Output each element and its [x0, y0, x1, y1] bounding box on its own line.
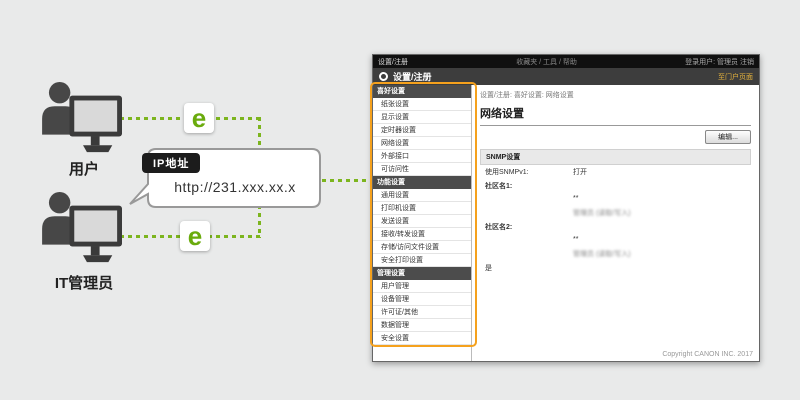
settings-row: 管理员 (读取/写入)	[480, 247, 751, 261]
sidebar-item[interactable]: 发送设置	[373, 215, 471, 228]
settings-row: 使用SNMPv1:打开	[480, 165, 751, 179]
copyright-footer: Copyright CANON INC. 2017	[662, 351, 753, 358]
sidebar-item[interactable]: 可访问性	[373, 163, 471, 176]
main-panel: 设置/注册: 喜好设置: 网络设置 网络设置 编辑... SNMP设置 使用SN…	[472, 85, 759, 361]
admin-workstation-icon	[40, 190, 128, 266]
settings-row: **	[480, 234, 751, 247]
browser-menu[interactable]: 收藏夹 / 工具 / 帮助	[418, 57, 675, 67]
page-title: 网络设置	[480, 105, 751, 126]
sidebar-item[interactable]: 通用设置	[373, 189, 471, 202]
settings-row: 社区名1:	[480, 179, 751, 193]
settings-row: 管理员 (读取/写入)	[480, 206, 751, 220]
sidebar-item[interactable]: 显示设置	[373, 111, 471, 124]
settings-rows: 使用SNMPv1:打开社区名1:**管理员 (读取/写入)社区名2:**管理员 …	[480, 165, 751, 275]
settings-label: 是	[485, 263, 573, 273]
breadcrumb: 设置/注册: 喜好设置: 网络设置	[480, 90, 751, 100]
settings-value: 管理员 (读取/写入)	[573, 208, 746, 218]
portal-link[interactable]: 至门户页面	[718, 72, 753, 82]
person-at-monitor-icon	[40, 80, 128, 156]
sidebar-item[interactable]: 用户管理	[373, 280, 471, 293]
sidebar-item[interactable]: 存储/访问文件设置	[373, 241, 471, 254]
settings-label: 社区名1:	[485, 181, 573, 191]
sidebar-item[interactable]: 数据管理	[373, 319, 471, 332]
settings-label	[485, 208, 573, 218]
user-workstation-icon	[40, 80, 128, 156]
settings-label	[485, 236, 573, 245]
settings-label: 使用SNMPv1:	[485, 167, 573, 177]
sidebar-section-header: 喜好设置	[373, 85, 471, 98]
settings-value: **	[573, 195, 746, 204]
admin-label: IT管理员	[20, 272, 148, 293]
sidebar-item[interactable]: 纸张设置	[373, 98, 471, 111]
settings-label	[485, 195, 573, 204]
settings-value: 打开	[573, 167, 746, 177]
sidebar-item[interactable]: 定时器设置	[373, 124, 471, 137]
ip-address-tag: IP地址	[142, 153, 200, 173]
edit-button[interactable]: 编辑...	[705, 130, 751, 144]
settings-value: 管理员 (读取/写入)	[573, 249, 746, 259]
sidebar-item[interactable]: 安全打印设置	[373, 254, 471, 267]
settings-value	[573, 263, 746, 273]
person-at-monitor-icon	[40, 190, 128, 266]
section-header: SNMP设置	[480, 149, 751, 165]
sidebar-menu: 喜好设置纸张设置显示设置定时器设置网络设置外部接口可访问性功能设置通用设置打印机…	[373, 85, 472, 361]
sidebar-item[interactable]: 外部接口	[373, 150, 471, 163]
settings-value	[573, 222, 746, 232]
sidebar-item[interactable]: 许可证/其他	[373, 306, 471, 319]
sidebar-item[interactable]: 安全设置	[373, 332, 471, 345]
settings-label: 社区名2:	[485, 222, 573, 232]
browser-e-icon: e	[180, 221, 210, 251]
browser-titlebar: 设置/注册 收藏夹 / 工具 / 帮助 登录用户: 管理员 注销	[373, 55, 759, 68]
settings-row: 是	[480, 261, 751, 275]
window-title: 设置/注册	[378, 57, 408, 67]
settings-ring-icon	[379, 72, 388, 81]
settings-value	[573, 181, 746, 191]
content-row: 喜好设置纸张设置显示设置定时器设置网络设置外部接口可访问性功能设置通用设置打印机…	[373, 85, 759, 361]
sidebar-section-header: 功能设置	[373, 176, 471, 189]
app-header: 设置/注册 至门户页面	[373, 68, 759, 85]
diagram-stage: 用户 IT管理员 e e IP地址 http://231.xxx.xx.x 设置…	[0, 0, 800, 400]
browser-e-icon: e	[184, 103, 214, 133]
user-label: 用户	[40, 158, 128, 179]
settings-row: 社区名2:	[480, 220, 751, 234]
sidebar-item[interactable]: 设备管理	[373, 293, 471, 306]
sidebar-section-header: 管理设置	[373, 267, 471, 280]
sidebar-item[interactable]: 接收/转发设置	[373, 228, 471, 241]
login-status[interactable]: 登录用户: 管理员 注销	[685, 57, 754, 67]
settings-row: **	[480, 193, 751, 206]
remote-ui-window: 设置/注册 收藏夹 / 工具 / 帮助 登录用户: 管理员 注销 设置/注册 至…	[372, 54, 760, 362]
settings-value: **	[573, 236, 746, 245]
settings-label	[485, 249, 573, 259]
sidebar-item[interactable]: 打印机设置	[373, 202, 471, 215]
sidebar-item[interactable]: 网络设置	[373, 137, 471, 150]
ip-address-url: http://231.xxx.xx.x	[150, 179, 320, 195]
app-title: 设置/注册	[393, 70, 713, 83]
